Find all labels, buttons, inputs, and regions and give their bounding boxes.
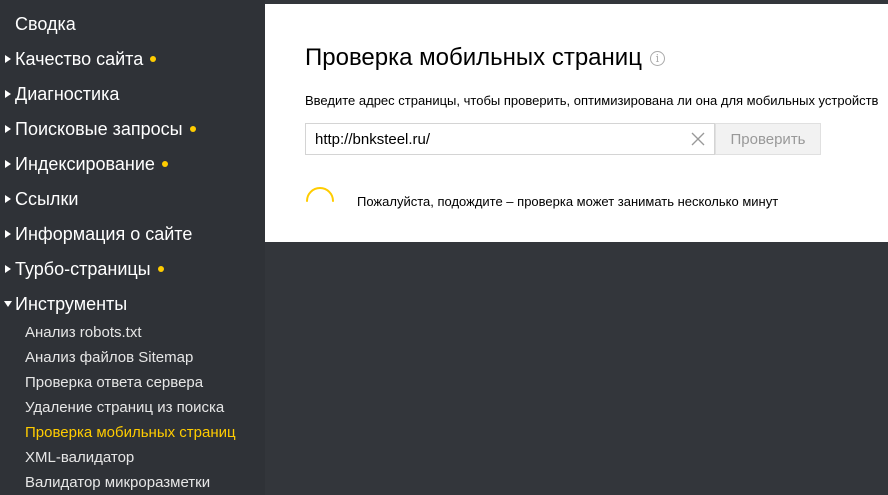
notification-dot-icon	[189, 126, 196, 132]
info-icon[interactable]: i	[649, 50, 665, 66]
caret-down-icon	[0, 301, 15, 307]
sidebar-item-label: Диагностика	[15, 83, 120, 104]
caret-right-icon	[0, 230, 15, 238]
sidebar-item-turbo-pages[interactable]: Турбо-страницы	[0, 254, 164, 284]
sidebar-item-tools[interactable]: Инструменты	[0, 289, 127, 319]
main-panel: Проверка мобильных страниц i Введите адр…	[265, 4, 888, 242]
sidebar-subitem-xml-validator[interactable]: XML-валидатор	[25, 446, 134, 468]
description-text: Введите адрес страницы, чтобы проверить,…	[305, 93, 879, 108]
sidebar-item-label: Ссылки	[15, 188, 79, 209]
caret-right-icon	[0, 125, 15, 133]
sidebar-subitem-mobile-check[interactable]: Проверка мобильных страниц	[25, 421, 236, 443]
sidebar-item-label: Индексирование	[15, 153, 155, 174]
caret-right-icon	[0, 55, 15, 63]
sidebar-item-summary[interactable]: Сводка	[15, 9, 76, 39]
sidebar-item-site-info[interactable]: Информация о сайте	[0, 219, 192, 249]
sidebar-subitem-server-response[interactable]: Проверка ответа сервера	[25, 371, 203, 393]
sidebar-item-label: Информация о сайте	[15, 223, 193, 244]
notification-dot-icon	[161, 161, 168, 167]
caret-right-icon	[0, 195, 15, 203]
sidebar: Сводка Качество сайта Диагностика Поиско…	[0, 0, 265, 495]
sidebar-subitem-markup-validator[interactable]: Валидатор микроразметки	[25, 471, 210, 493]
caret-right-icon	[0, 265, 15, 273]
sidebar-item-label: Поисковые запросы	[15, 118, 183, 139]
page-title: Проверка мобильных страниц i	[305, 44, 665, 72]
sidebar-item-label: Качество сайта	[15, 48, 144, 69]
sidebar-subitem-sitemap[interactable]: Анализ файлов Sitemap	[25, 346, 193, 368]
notification-dot-icon	[150, 56, 157, 62]
sidebar-item-label: Сводка	[15, 13, 76, 34]
sidebar-item-indexing[interactable]: Индексирование	[0, 149, 168, 179]
sidebar-item-search-queries[interactable]: Поисковые запросы	[0, 114, 196, 144]
sidebar-item-label: Инструменты	[15, 293, 128, 314]
sidebar-item-site-quality[interactable]: Качество сайта	[0, 44, 157, 74]
url-input[interactable]	[306, 124, 682, 154]
caret-right-icon	[0, 160, 15, 168]
loading-spinner-icon	[306, 187, 334, 202]
url-input-container	[305, 123, 715, 155]
page-title-text: Проверка мобильных страниц	[305, 44, 642, 71]
sidebar-item-links[interactable]: Ссылки	[0, 184, 78, 214]
clear-icon[interactable]	[682, 124, 714, 154]
sidebar-subitem-remove-pages[interactable]: Удаление страниц из поиска	[25, 396, 224, 418]
check-button[interactable]: Проверить	[715, 123, 821, 155]
notification-dot-icon	[157, 266, 164, 272]
sidebar-item-diagnostics[interactable]: Диагностика	[0, 79, 119, 109]
sidebar-item-label: Турбо-страницы	[15, 258, 151, 279]
wait-message: Пожалуйста, подождите – проверка может з…	[357, 194, 779, 209]
sidebar-subitem-robots[interactable]: Анализ robots.txt	[25, 321, 142, 343]
caret-right-icon	[0, 90, 15, 98]
